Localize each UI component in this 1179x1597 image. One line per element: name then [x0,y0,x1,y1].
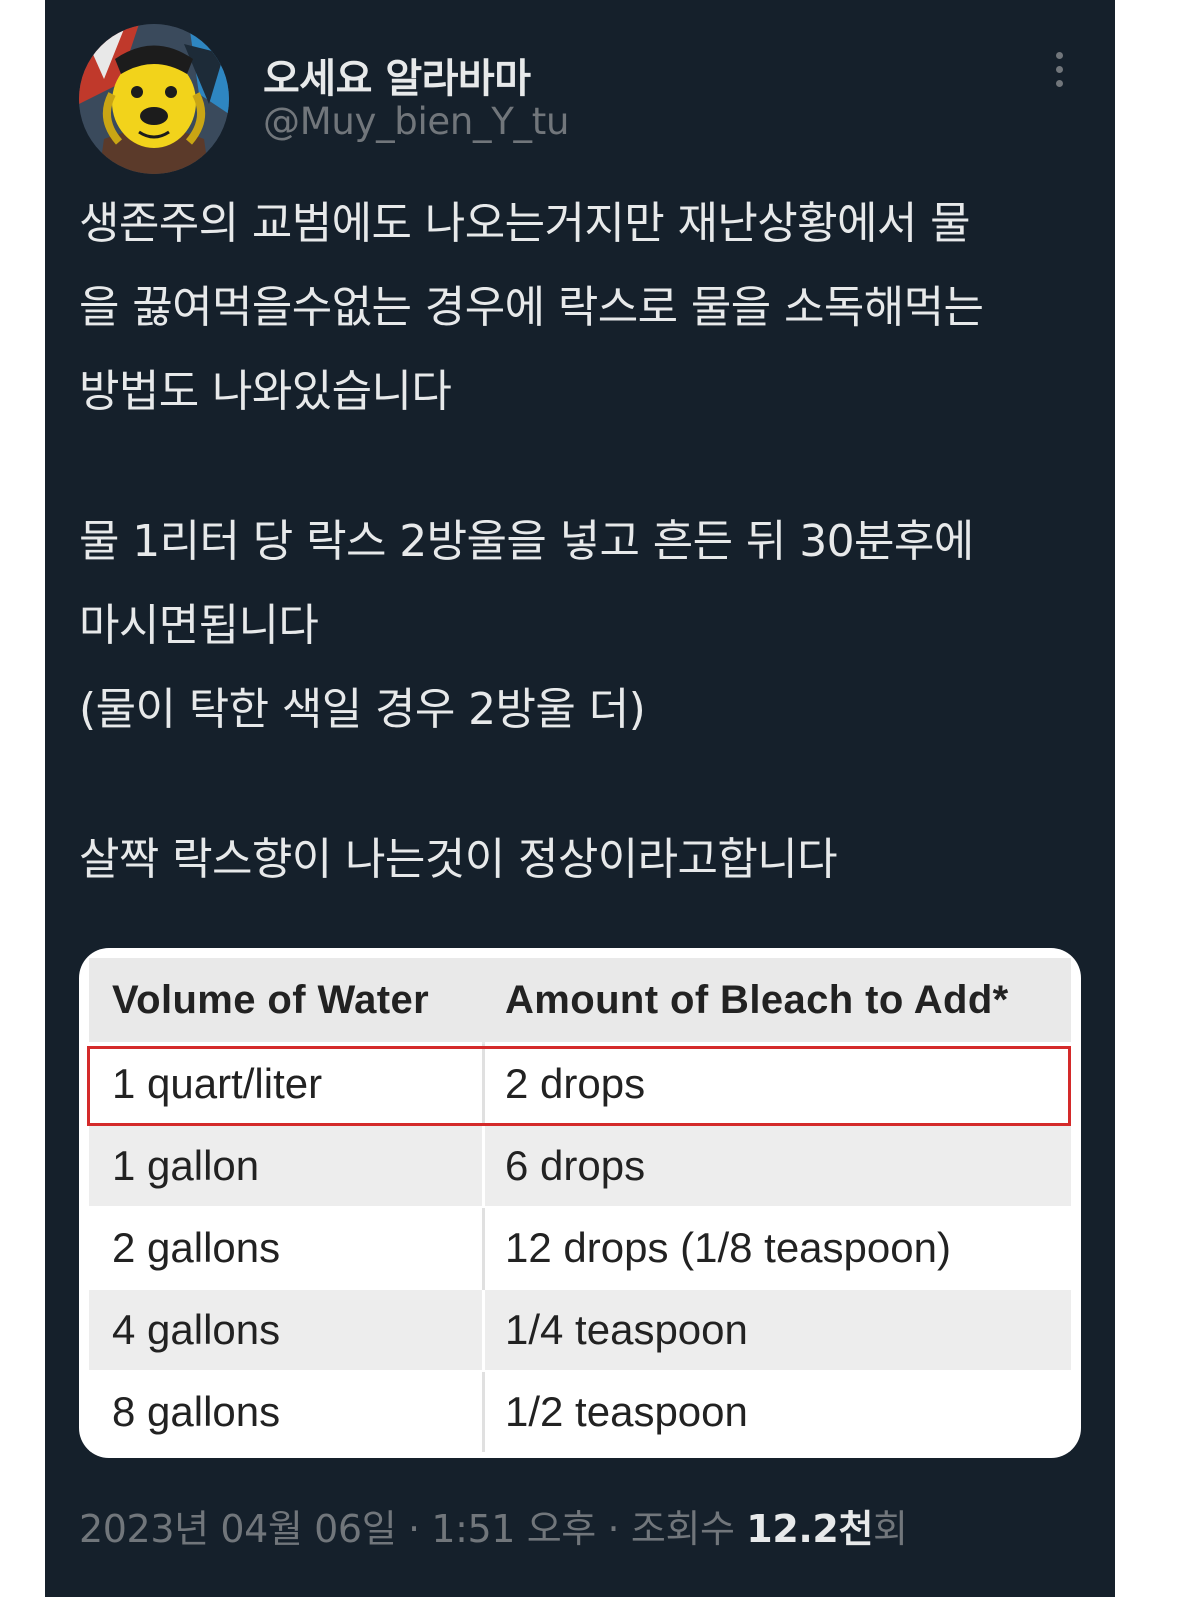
table-cell-volume: 2 gallons [89,1206,484,1289]
tweet-text-line: 살짝 락스향이 나는것이 정상이라고합니다 [79,834,838,885]
table-cell-bleach: 1/4 teaspoon [482,1288,1071,1371]
table-row: 4 gallons 1/4 teaspoon [89,1288,1071,1371]
tweet-text-line: 을 끓여먹을수없는 경우에 락스로 물을 소독해먹는 [79,282,984,333]
tweet-card: 오세요 알라바마 @Muy_bien_Y_tu 생존주의 교범에도 나오는거지만… [45,0,1115,1597]
table-cell-bleach: 12 drops (1/8 teaspoon) [482,1206,1071,1289]
tweet-text-line: (물이 탁한 색일 경우 2방울 더) [79,684,646,735]
bleach-table: Volume of Water Amount of Bleach to Add*… [89,958,1071,1452]
table-cell-volume: 4 gallons [89,1288,484,1371]
author-handle[interactable]: @Muy_bien_Y_tu [263,100,569,143]
table-cell-bleach: 2 drops [482,1042,1071,1125]
separator: · [396,1507,432,1551]
table-cell-volume: 1 quart/liter [89,1042,484,1125]
views-count: 12.2천 [746,1507,873,1551]
table-cell-volume: 8 gallons [89,1370,484,1452]
tweet-text-line: 생존주의 교범에도 나오는거지만 재난상황에서 물 [79,198,971,249]
views-suffix: 회 [873,1507,908,1551]
column-header-volume: Volume of Water [89,958,484,1043]
tweet-text-line: 마시면됩니다 [79,600,319,651]
tweet-text: 생존주의 교범에도 나오는거지만 재난상황에서 물 을 끓여먹을수없는 경우에 … [79,182,1089,902]
column-header-bleach: Amount of Bleach to Add* [482,958,1071,1043]
tweet-metadata: 2023년 04월 06일 · 1:51 오후 · 조회수 12.2천회 [79,1498,908,1553]
tweet-time[interactable]: 1:51 오후 [431,1507,596,1551]
author-display-name[interactable]: 오세요 알라바마 [263,46,531,104]
table-cell-bleach: 1/2 teaspoon [482,1370,1071,1452]
more-options-icon [1055,51,1063,59]
table-row: 1 gallon 6 drops [89,1124,1071,1207]
tweet-text-line: 물 1리터 당 락스 2방울을 넣고 흔든 뒤 30분후에 [79,516,974,567]
views-label: 조회수 [630,1507,747,1551]
table-row: 1 quart/liter 2 drops [89,1042,1071,1125]
tweet-text-line: 방법도 나와있습니다 [79,366,452,417]
more-options-icon-dot [1055,79,1063,87]
table-row: 8 gallons 1/2 teaspoon [89,1370,1071,1452]
table-cell-volume: 1 gallon [89,1124,484,1207]
table-row: 2 gallons 12 drops (1/8 teaspoon) [89,1206,1071,1289]
table-cell-bleach: 6 drops [482,1124,1071,1207]
tweet-date[interactable]: 2023년 04월 06일 [79,1507,397,1551]
more-options-icon-dot [1055,65,1063,73]
more-options-button[interactable] [1041,44,1077,94]
avatar[interactable] [79,24,229,174]
separator: · [595,1507,631,1551]
attached-image[interactable]: Volume of Water Amount of Bleach to Add*… [79,948,1081,1458]
avatar-dog-icon [79,24,229,174]
